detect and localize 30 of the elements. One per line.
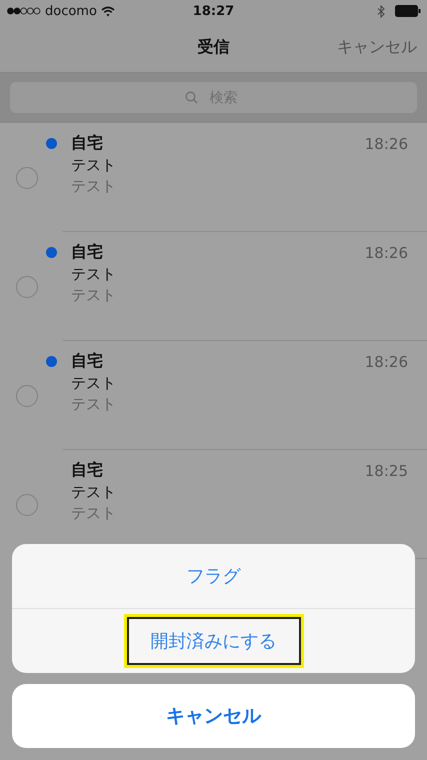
select-circle[interactable] [16, 494, 38, 516]
message-time: 18:25 [364, 462, 408, 480]
message-time: 18:26 [364, 352, 408, 370]
message-time: 18:26 [364, 134, 408, 152]
action-button[interactable]: フラグ [162, 552, 264, 600]
message-preview: テスト [71, 504, 117, 523]
wifi-icon [100, 6, 115, 16]
status-time: 18:27 [192, 4, 234, 18]
sender-name: 自宅 [71, 460, 103, 481]
message-time: 18:26 [364, 244, 408, 262]
message-subject: テスト [71, 265, 117, 284]
sender-name: 自宅 [71, 351, 103, 372]
battery-icon [395, 5, 421, 17]
select-circle[interactable] [16, 166, 38, 188]
sender-name: 自宅 [71, 133, 103, 154]
message-subject: テスト [71, 156, 117, 175]
cancel-link[interactable]: キャンセル [337, 36, 417, 58]
select-circle[interactable] [16, 276, 38, 298]
message-preview: テスト [71, 177, 117, 196]
message-subject: テスト [71, 483, 117, 502]
bluetooth-icon [377, 4, 385, 18]
cancel-button[interactable]: キャンセル [12, 684, 415, 748]
signal-icon [7, 7, 41, 15]
message-preview: テスト [71, 395, 117, 414]
carrier-name: docomo [45, 4, 97, 18]
sender-name: 自宅 [71, 242, 103, 263]
nav-title: 受信 [198, 36, 230, 58]
select-circle[interactable] [16, 384, 38, 406]
message-preview: テスト [71, 286, 117, 305]
message-subject: テスト [71, 374, 117, 393]
